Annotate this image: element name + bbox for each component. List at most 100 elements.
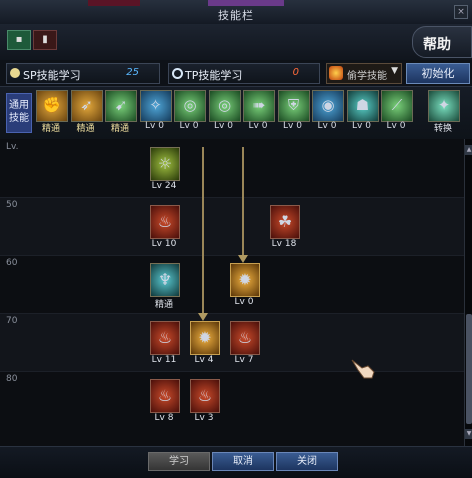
tree-skill-level: Lv 0 <box>234 297 254 307</box>
common-skill-row: 通用技能 ✊ 精通 ➶ 精通 ➹ 精通 ✧ Lv 0 ◎ Lv 0 ◎ Lv 0 ➠ Lv 0 ⛨ Lv 0 ◉… <box>0 86 472 140</box>
points-row: SP技能学习 25 TP技能学习 0 偷学技能 ▼ 初始化 <box>0 60 472 86</box>
tree-skill-s4[interactable]: ♆ <box>150 263 180 297</box>
tree-skill-level: 精通 <box>154 300 173 310</box>
vortex-icon: ◉ <box>321 96 335 114</box>
body-skill-slot[interactable]: ☗ <box>346 90 379 122</box>
skill-icon: ✹ <box>198 328 212 347</box>
scroll-thumb[interactable] <box>466 314 472 424</box>
level-label: 60 <box>6 258 18 268</box>
tree-skill-level: Lv 24 <box>151 181 177 191</box>
skill-icon: ☘ <box>277 212 293 231</box>
tree-skill-level: Lv 11 <box>151 355 177 365</box>
common-skill-level: Lv 0 <box>317 121 337 131</box>
kick-skill-slot[interactable]: ➶ <box>70 90 103 122</box>
target-skill-slot[interactable]: ◎ <box>174 90 206 122</box>
window-title: 技能栏 <box>218 9 254 22</box>
tree-skill-s8[interactable]: ♨ <box>230 321 260 355</box>
slash-icon: ⟋ <box>391 96 403 114</box>
strike-skill-slot[interactable]: ✊ <box>36 90 68 122</box>
body-icon: ☗ <box>355 96 370 114</box>
level-label: 50 <box>6 200 18 210</box>
guard-skill-slot[interactable]: ⛨ <box>277 90 310 122</box>
convert-label: 转换 <box>433 124 452 134</box>
level-band: 50 <box>0 197 464 255</box>
common-skill-level: Lv 0 <box>283 121 302 131</box>
learn-button[interactable]: 学习 <box>148 452 210 471</box>
skill-type-dropdown[interactable]: 偷学技能 ▼ <box>326 63 402 84</box>
tree-skill-s9[interactable]: ♨ <box>150 379 180 413</box>
sp-value: 25 <box>126 67 139 78</box>
convert-skill-icon[interactable]: ✦ <box>428 90 460 122</box>
skill-icon: ♨ <box>157 386 173 405</box>
tree-skill-s6[interactable]: ♨ <box>150 321 180 355</box>
level-header: Lv. <box>6 142 19 152</box>
arrow-head-icon <box>198 313 208 321</box>
skill-icon: ♆ <box>157 270 173 289</box>
tree-skill-s3[interactable]: ☘ <box>270 205 300 239</box>
close-icon[interactable]: × <box>454 5 468 19</box>
common-skill-level: 精通 <box>76 124 95 134</box>
sp-label: SP技能学习 <box>23 69 81 82</box>
skill-tree: Lv. 50 60 70 80 ☼ Lv 24 ♨ Lv 10 ☘ Lv 18 ♆ 精通 ✹ Lv… <box>0 139 464 446</box>
target-icon: ◎ <box>217 96 232 114</box>
common-skill-level: 精通 <box>41 124 60 134</box>
common-label-text: 通用技能 <box>9 100 29 124</box>
learn-label: 学习 <box>169 456 189 467</box>
scroll-icon: ▮ <box>42 34 48 45</box>
level-band: 80 <box>0 371 464 429</box>
init-button[interactable]: 初始化 <box>406 63 470 84</box>
tree-skill-level: Lv 10 <box>151 239 177 249</box>
strike-icon: ✊ <box>42 96 62 114</box>
wing-skill-slot[interactable]: ✧ <box>139 90 172 122</box>
cancel-label: 取消 <box>233 456 253 467</box>
skill-icon: ♨ <box>157 328 173 347</box>
close-button[interactable]: 关闭 <box>276 452 338 471</box>
chevron-down-icon: ▼ <box>391 66 398 76</box>
dash-icon: ➠ <box>252 96 266 114</box>
prereq-arrow <box>202 147 204 317</box>
tree-skill-s5[interactable]: ✹ <box>230 263 260 297</box>
close-label: 关闭 <box>297 456 317 467</box>
tree-skill-s2[interactable]: ♨ <box>150 205 180 239</box>
title-decoration <box>88 0 140 6</box>
vortex-skill-slot[interactable]: ◉ <box>312 90 344 122</box>
skill-window: 技能栏 × ▪ ▮ 帮助 SP技能学习 25 TP技能学习 0 偷学技能 ▼ 初… <box>0 0 472 478</box>
tree-skill-s1[interactable]: ☼ <box>150 147 180 181</box>
leap-icon: ➹ <box>114 96 128 114</box>
level-band: Lv. <box>0 139 464 197</box>
common-skill-level: Lv 0 <box>179 121 199 131</box>
skill-tab-button-alt[interactable]: ▮ <box>33 30 57 50</box>
leap-skill-slot[interactable]: ➹ <box>105 90 137 122</box>
common-skill-level: Lv 0 <box>214 121 233 131</box>
tree-skill-s10[interactable]: ♨ <box>190 379 220 413</box>
slash-skill-slot[interactable]: ⟋ <box>381 90 413 122</box>
scrollbar[interactable]: ▲ ▼ <box>464 139 472 446</box>
common-skill-label: 通用技能 <box>6 93 32 133</box>
tree-skill-level: Lv 8 <box>154 413 174 423</box>
tree-skill-level: Lv 18 <box>271 239 297 249</box>
level-label: 70 <box>6 316 18 326</box>
help-label: 帮助 <box>423 37 451 53</box>
skill-icon: ♨ <box>157 212 173 231</box>
tp-label: TP技能学习 <box>185 69 243 82</box>
tree-skill-s7[interactable]: ✹ <box>190 321 220 355</box>
tp-box: TP技能学习 0 <box>168 63 320 84</box>
level-label: 80 <box>6 374 18 384</box>
scroll-down-icon[interactable]: ▼ <box>465 429 472 439</box>
title-bar[interactable]: 技能栏 × <box>0 0 472 25</box>
skill-icon: ☼ <box>157 154 173 173</box>
skill-tab-button[interactable]: ▪ <box>7 30 31 50</box>
cancel-button[interactable]: 取消 <box>212 452 274 471</box>
common-skill-level: 精通 <box>110 124 129 134</box>
tree-skill-level: Lv 4 <box>194 355 214 365</box>
scroll-up-icon[interactable]: ▲ <box>465 145 472 155</box>
hand-cursor-icon <box>351 359 375 379</box>
check-icon <box>10 68 20 78</box>
guard-icon: ⛨ <box>287 96 300 114</box>
target-skill-slot[interactable]: ◎ <box>208 90 241 122</box>
skill-icon: ✹ <box>238 270 252 289</box>
dash-skill-slot[interactable]: ➠ <box>243 90 275 122</box>
arrow-head-icon <box>238 255 248 263</box>
help-button[interactable]: 帮助 <box>412 26 472 58</box>
title-decoration <box>208 0 284 6</box>
